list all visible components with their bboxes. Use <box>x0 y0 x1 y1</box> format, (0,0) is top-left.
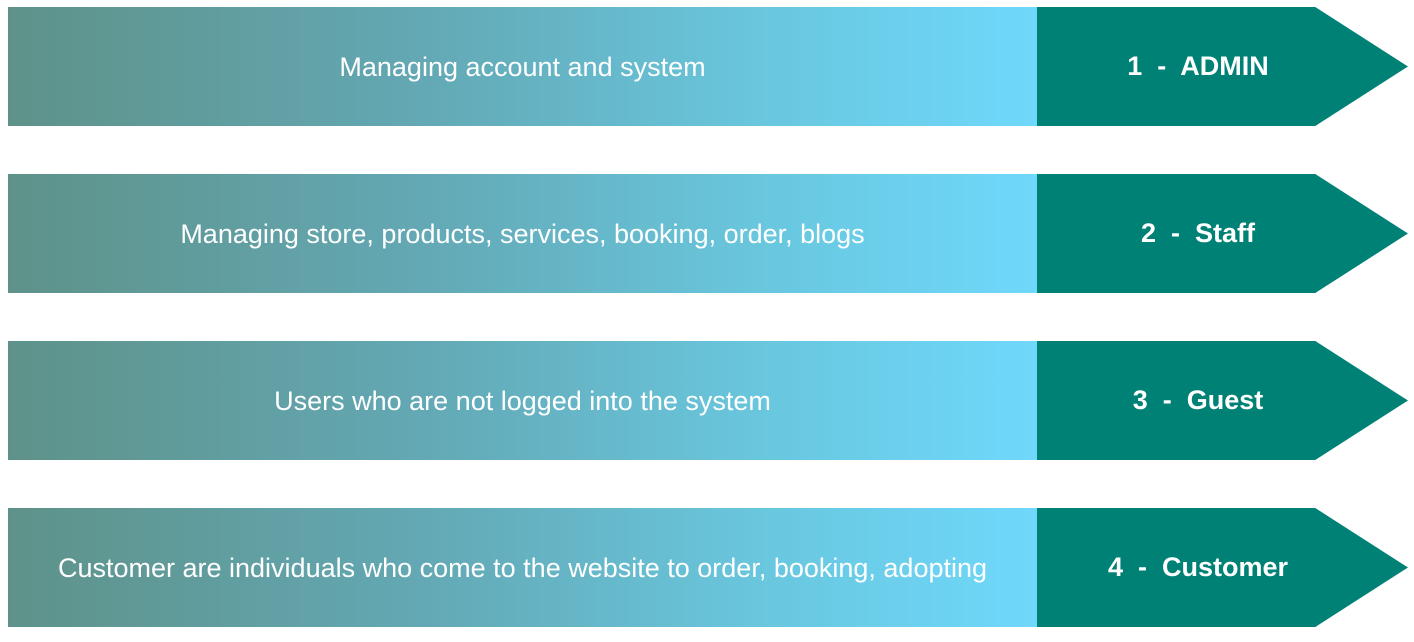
role-arrow: 3 - Guest <box>1037 341 1408 460</box>
role-label: 2 - Staff <box>1140 218 1255 248</box>
description-bar: Managing account and system <box>8 7 1037 126</box>
role-label: 1 - ADMIN <box>1127 51 1269 81</box>
role-row-staff: Managing store, products, services, book… <box>8 174 1408 293</box>
description-text: Users who are not logged into the system <box>274 385 771 416</box>
role-row-guest: Users who are not logged into the system… <box>8 341 1408 460</box>
description-bar: Users who are not logged into the system <box>8 341 1037 460</box>
role-arrow: 1 - ADMIN <box>1037 7 1408 126</box>
description-text: Managing store, products, services, book… <box>180 218 865 249</box>
role-arrow: 2 - Staff <box>1037 174 1408 293</box>
description-text: Managing account and system <box>339 51 706 82</box>
role-label: 3 - Guest <box>1132 385 1264 415</box>
description-text: Customer are individuals who come to the… <box>57 552 988 583</box>
description-bar: Managing store, products, services, book… <box>8 174 1037 293</box>
role-row-admin: Managing account and system 1 - ADMIN <box>8 7 1408 126</box>
role-row-customer: Customer are individuals who come to the… <box>8 508 1408 627</box>
role-arrow: 4 - Customer <box>1037 508 1408 627</box>
description-bar: Customer are individuals who come to the… <box>8 508 1037 627</box>
role-label: 4 - Customer <box>1107 552 1289 582</box>
